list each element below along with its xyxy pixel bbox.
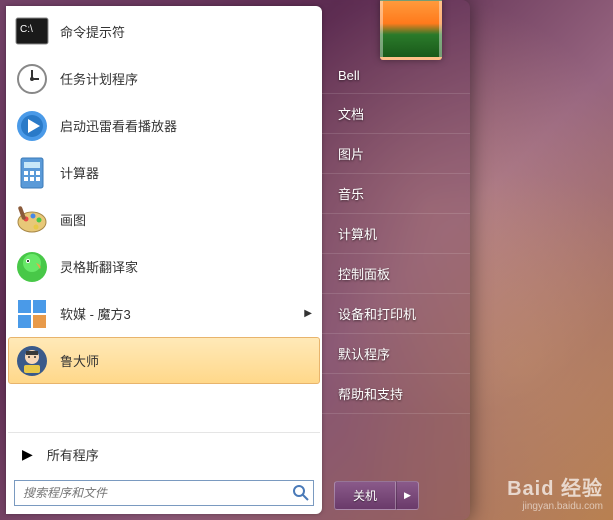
start-menu: C:\命令提示符任务计划程序启动迅雷看看播放器计算器画图灵格斯翻译家软媒 - 魔… xyxy=(0,0,470,520)
shutdown-area: 关机 ▶ xyxy=(322,471,470,520)
program-label: 鲁大师 xyxy=(60,351,99,370)
submenu-arrow-icon: ▶ xyxy=(304,308,312,319)
right-panel-item-0[interactable]: Bell xyxy=(322,58,470,94)
paint-icon xyxy=(14,202,50,238)
shutdown-options-button[interactable]: ▶ xyxy=(396,481,419,510)
program-item-1[interactable]: 任务计划程序 xyxy=(8,55,320,102)
right-panel-item-5[interactable]: 控制面板 xyxy=(322,254,470,294)
right-panel-item-8[interactable]: 帮助和支持 xyxy=(322,374,470,414)
shutdown-button[interactable]: 关机 xyxy=(334,481,396,510)
start-menu-left-panel: C:\命令提示符任务计划程序启动迅雷看看播放器计算器画图灵格斯翻译家软媒 - 魔… xyxy=(6,6,322,514)
program-item-6[interactable]: 软媒 - 魔方3 ▶ xyxy=(8,290,320,337)
program-label: 启动迅雷看看播放器 xyxy=(60,116,177,135)
search-input[interactable] xyxy=(14,480,314,506)
calc-icon xyxy=(14,155,50,191)
right-panel-item-6[interactable]: 设备和打印机 xyxy=(322,294,470,334)
right-panel-item-4[interactable]: 计算机 xyxy=(322,214,470,254)
right-panel-item-7[interactable]: 默认程序 xyxy=(322,334,470,374)
cmd-icon: C:\ xyxy=(14,14,50,50)
program-item-2[interactable]: 启动迅雷看看播放器 xyxy=(8,102,320,149)
program-item-3[interactable]: 计算器 xyxy=(8,149,320,196)
program-item-7[interactable]: 鲁大师 xyxy=(8,337,320,384)
right-panel-item-2[interactable]: 图片 xyxy=(322,134,470,174)
program-label: 软媒 - 魔方3 xyxy=(60,304,131,323)
clock-icon xyxy=(14,61,50,97)
program-item-0[interactable]: C:\ 命令提示符 xyxy=(8,8,320,55)
program-label: 计算器 xyxy=(60,163,99,182)
right-panel-item-3[interactable]: 音乐 xyxy=(322,174,470,214)
search-box xyxy=(14,480,314,506)
program-label: 任务计划程序 xyxy=(60,69,138,88)
program-label: 灵格斯翻译家 xyxy=(60,257,138,276)
ludashi-icon xyxy=(14,343,50,379)
play-icon xyxy=(14,108,50,144)
start-menu-right-panel: Bell文档图片音乐计算机控制面板设备和打印机默认程序帮助和支持 关机 ▶ xyxy=(322,0,470,520)
parrot-icon xyxy=(14,249,50,285)
all-programs-label: 所有程序 xyxy=(47,445,99,464)
watermark: Baid 经验 jingyan.baidu.com xyxy=(507,472,603,512)
program-list: C:\命令提示符任务计划程序启动迅雷看看播放器计算器画图灵格斯翻译家软媒 - 魔… xyxy=(6,6,322,428)
svg-text:C:\: C:\ xyxy=(20,24,33,35)
user-picture[interactable] xyxy=(380,0,442,60)
search-icon[interactable] xyxy=(292,484,310,502)
all-programs-arrow-icon: ▶ xyxy=(22,446,33,463)
program-label: 命令提示符 xyxy=(60,22,125,41)
program-label: 画图 xyxy=(60,210,86,229)
separator xyxy=(8,432,320,433)
cube-icon xyxy=(14,296,50,332)
all-programs-button[interactable]: ▶ 所有程序 xyxy=(6,437,322,472)
program-item-5[interactable]: 灵格斯翻译家 xyxy=(8,243,320,290)
program-item-4[interactable]: 画图 xyxy=(8,196,320,243)
right-panel-item-1[interactable]: 文档 xyxy=(322,94,470,134)
